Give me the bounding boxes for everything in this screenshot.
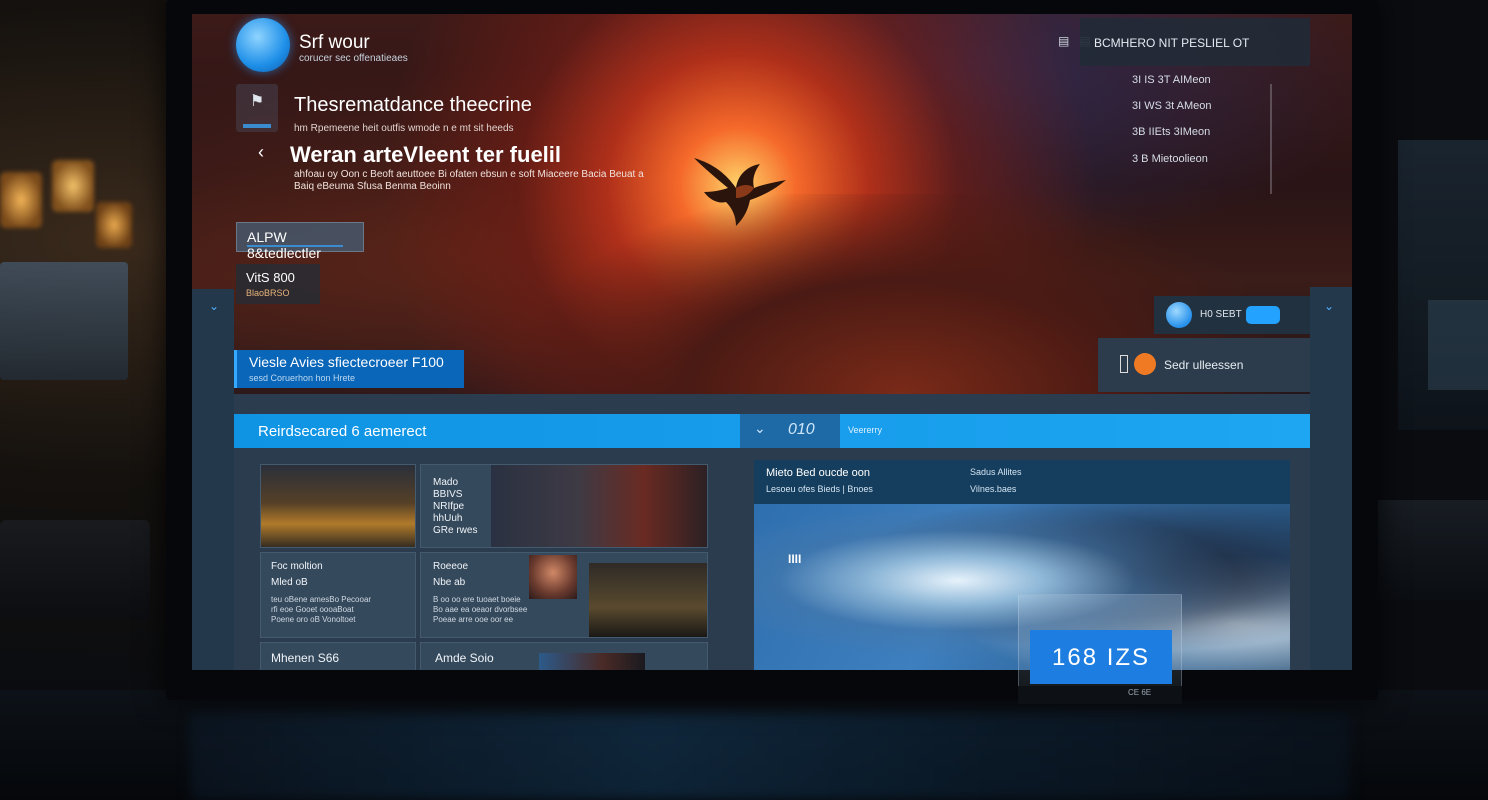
map-right-title: Sadus Allites (970, 467, 1022, 477)
orange-dot-icon (1134, 353, 1156, 375)
section-title: Reirdsecared 6 aemerect (258, 423, 427, 440)
media-tile[interactable]: Foc moltion Mled oB teu oBene amesBo Pec… (260, 552, 416, 638)
tile-caption: Roeeoe (433, 561, 469, 572)
keyboard (0, 520, 150, 620)
tile-caption: Mhenen S66 (271, 651, 340, 665)
desk-reflection (190, 712, 1350, 800)
hero-headline-secondary: Weran arteVleent ter fuelil (290, 142, 562, 167)
map-subtitle: Lesoeu ofes Bieds | Bnoes (766, 484, 873, 494)
street-thumbnail (491, 465, 707, 547)
right-panel-item[interactable]: 3 B Mietoolieon (1132, 153, 1208, 165)
right-panel-item[interactable]: 3B IIEts 3IMeon (1132, 126, 1210, 138)
counter-display: 168 IZS (1030, 630, 1172, 684)
portrait-thumbnail (529, 555, 577, 599)
search-card[interactable]: Sedr ulleessen (1098, 338, 1310, 392)
lamp-light (0, 172, 42, 228)
vibes-subtitle: BlaoBRSO (246, 288, 290, 298)
background-monitor (0, 262, 128, 380)
hero-cta-button[interactable]: Viesle Avies sfiectecroeer F100 sesd Cor… (234, 350, 464, 388)
brand-name[interactable]: Srf wour (299, 32, 370, 54)
lamp-light (52, 160, 94, 212)
bookmark-icon[interactable]: ⚑ (236, 84, 278, 132)
bird-silhouette-icon (694, 158, 786, 226)
hero-headline: Thesrematdance theecrine (294, 94, 532, 116)
map-title: Mieto Bed oucde oon (766, 467, 870, 479)
vibes-title: VitS 800 (246, 270, 295, 285)
tile-caption: Amde Soio (435, 651, 494, 665)
desk-thumbnail (589, 563, 707, 637)
section-bar: Reirdsecared 6 aemerect ⌄ 010 Veererry (234, 414, 1310, 448)
section-counter-dropdown[interactable]: ⌄ 010 (740, 414, 840, 448)
right-panel-slider[interactable] (1270, 84, 1272, 194)
counter-base: CE 6E (1018, 686, 1182, 704)
tile-subcaption: Nbe ab (433, 577, 466, 588)
left-collapse-button[interactable]: ⌄ (192, 289, 234, 670)
media-tile[interactable]: Mhenen S66 (260, 642, 416, 670)
counter-base-label: CE 6E (1128, 688, 1152, 697)
section-meta[interactable]: Veererry (848, 425, 882, 435)
phone-icon (1120, 355, 1128, 373)
alpha-tag-underline (247, 245, 343, 247)
shelf (1378, 500, 1488, 600)
right-collapse-button[interactable]: ⌄ (1310, 287, 1352, 670)
lamp-light (96, 202, 132, 248)
background-window (1428, 300, 1488, 390)
right-panel-header[interactable]: BCMHERO NIT PESLIEL OT (1080, 18, 1310, 66)
media-tile[interactable]: Mado BBIVS NRIfpe hhUuh GRe rwes (420, 464, 708, 548)
media-tile[interactable] (260, 464, 416, 548)
logo-globe-icon[interactable] (236, 18, 290, 72)
city-thumbnail (261, 465, 415, 547)
chevron-down-icon: ⌄ (1324, 299, 1335, 313)
media-tile[interactable]: Roeeoe Nbe ab B oo oo ere tuoaet boeie B… (420, 552, 708, 638)
vibes-button[interactable]: VitS 800 BlaoBRSO (236, 264, 320, 304)
status-dot-icon (1166, 302, 1192, 328)
tile-caption: Mado BBIVS NRIfpe hhUuh GRe rwes (433, 477, 478, 536)
hero-headline-sub: hm Rpemeene heit outfis wmode n e mt sit… (294, 123, 514, 134)
chevron-left-icon[interactable]: ‹ (258, 142, 264, 163)
hero-headline-secondary-sub: ahfoau oy Oon c Beoft aeuttoee Bi ofaten… (294, 169, 644, 192)
brand-tagline: corucer sec offenatieaes (299, 53, 408, 64)
map-right-subtitle: Vilnes.baes (970, 484, 1017, 494)
toggle-switch-icon[interactable] (1246, 306, 1280, 324)
tile-body: B oo oo ere tuoaet boeie Bo aae ea oeaor… (433, 595, 528, 624)
monitor-screen: Srf wour corucer sec offenatieaes ⚑ Thes… (192, 14, 1352, 670)
chevron-down-icon: ⌄ (754, 420, 766, 436)
tile-body: teu oBene amesBo Pecooar rfi eoe Gooet o… (271, 595, 372, 624)
toggle-label: H0 SEBT (1200, 309, 1242, 320)
toggle-card: H0 SEBT (1154, 296, 1310, 334)
section-counter-value: 010 (788, 421, 815, 438)
tile-subcaption: Mled oB (271, 577, 308, 588)
map-overlay-label: IIII (788, 552, 802, 566)
cta-subtitle: sesd Coruerhon hon Hrete (249, 373, 356, 383)
counter-value: 168 IZS (1052, 644, 1151, 671)
tile-caption: Foc moltion (271, 561, 323, 572)
hero-banner: Srf wour corucer sec offenatieaes ⚑ Thes… (192, 14, 1352, 394)
alpha-tag-button[interactable]: ALPW 8&tedlectler (236, 222, 364, 261)
cta-title: Viesle Avies sfiectecroeer F100 (249, 354, 444, 370)
media-tile[interactable]: Amde Soio (420, 642, 708, 670)
right-panel-item[interactable]: 3I WS 3t AMeon (1132, 100, 1211, 112)
search-card-label: Sedr ulleessen (1164, 358, 1244, 372)
counter-widget[interactable]: 168 IZS CE 6E (1018, 594, 1182, 704)
right-panel-item[interactable]: 3I IS 3T AIMeon (1132, 74, 1211, 86)
chevron-down-icon: ⌄ (209, 299, 220, 313)
small-thumbnail (539, 653, 645, 670)
